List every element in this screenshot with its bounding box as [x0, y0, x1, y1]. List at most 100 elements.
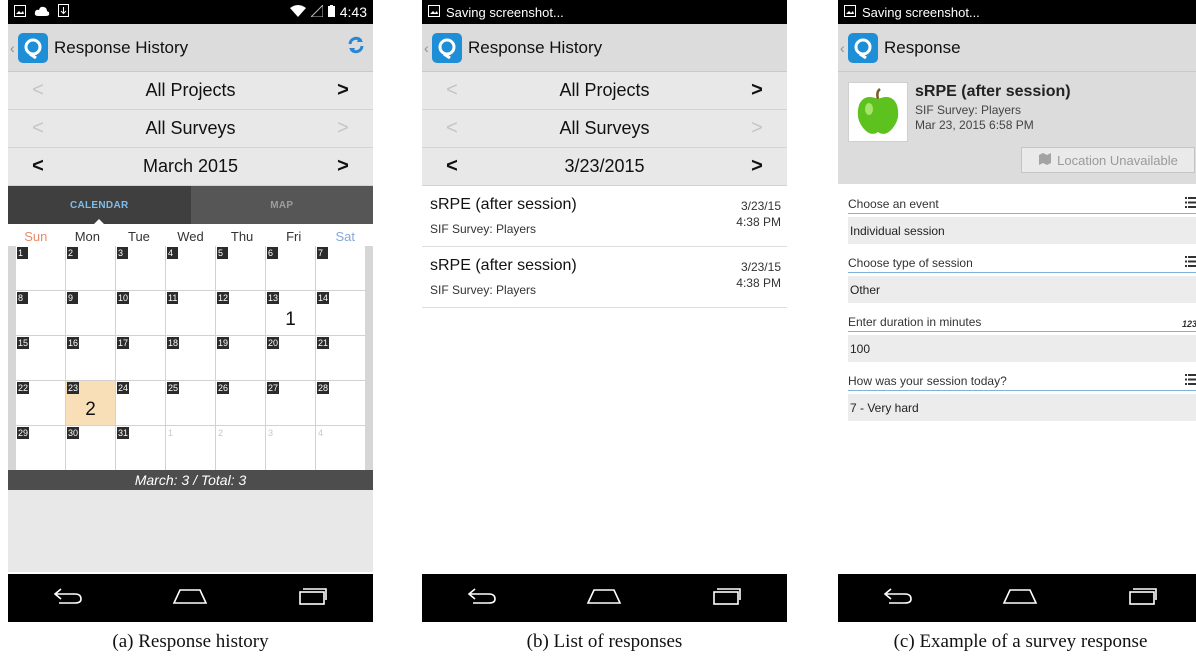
calendar-day[interactable]: 13 1	[266, 291, 315, 335]
home-icon[interactable]	[1002, 587, 1038, 610]
response-field: How was your session today? 7 - Very har…	[838, 369, 1196, 421]
calendar-day[interactable]: 26	[216, 381, 265, 425]
calendar-day[interactable]: 30	[66, 426, 115, 470]
calendar-day-number: 19	[217, 337, 230, 349]
calendar-day[interactable]: 10	[116, 291, 165, 335]
calendar-day[interactable]: 22	[16, 381, 65, 425]
calendar-day-number: 23	[67, 382, 80, 394]
survey-prev-button[interactable]: <	[26, 117, 50, 140]
calendar-day[interactable]: 15	[16, 336, 65, 380]
status-time: 4:43	[339, 4, 367, 20]
calendar-day[interactable]: 23 2	[66, 381, 115, 425]
calendar-day[interactable]: 11	[166, 291, 215, 335]
calendar-day[interactable]: 8	[16, 291, 65, 335]
calendar-day[interactable]: 27	[266, 381, 315, 425]
response-title: sRPE (after session)	[430, 196, 577, 213]
tab-calendar-label: CALENDAR	[69, 199, 129, 211]
map-icon	[1038, 152, 1052, 168]
calendar-day-number: 1	[17, 247, 28, 259]
back-icon[interactable]	[467, 587, 497, 610]
survey-next-button[interactable]: >	[745, 117, 769, 140]
survey-next-button[interactable]: >	[331, 117, 355, 140]
screenshot-notification-icon	[844, 4, 856, 20]
calendar-day[interactable]: 1	[16, 246, 65, 290]
tab-map[interactable]: MAP	[190, 186, 373, 224]
calendar-day[interactable]: 14	[316, 291, 365, 335]
calendar-day[interactable]: 1	[166, 426, 215, 470]
home-icon[interactable]	[172, 587, 208, 610]
weekday-label: Fri	[286, 229, 302, 244]
calendar-day-number: 3	[268, 428, 274, 438]
recent-apps-icon[interactable]	[712, 587, 742, 610]
calendar-day-number: 14	[317, 292, 330, 304]
calendar-day[interactable]: 17	[116, 336, 165, 380]
calendar-day[interactable]: 18	[166, 336, 215, 380]
back-icon[interactable]	[883, 587, 913, 610]
response-field: Choose type of session Other	[838, 251, 1196, 303]
calendar-day[interactable]: 16	[66, 336, 115, 380]
recent-apps-icon[interactable]	[1128, 587, 1158, 610]
tab-map-label: MAP	[270, 199, 294, 211]
calendar-day[interactable]: 2	[216, 426, 265, 470]
response-title: sRPE (after session)	[430, 257, 577, 274]
month-next-button[interactable]: >	[331, 155, 355, 178]
month-prev-button[interactable]: <	[26, 155, 50, 178]
survey-prev-button[interactable]: <	[440, 117, 464, 140]
calendar-day-number: 12	[217, 292, 230, 304]
calendar-day-number: 10	[117, 292, 130, 304]
calendar-day[interactable]: 5	[216, 246, 265, 290]
calendar-day-number: 13	[267, 292, 280, 304]
app-logo-icon[interactable]	[18, 32, 48, 63]
up-navigation-icon[interactable]: ‹	[10, 40, 18, 56]
weekday-label: Wed	[177, 229, 204, 244]
home-icon[interactable]	[586, 587, 622, 610]
back-icon[interactable]	[53, 587, 83, 610]
calendar-day[interactable]: 21	[316, 336, 365, 380]
calendar-day[interactable]: 29	[16, 426, 65, 470]
calendar-day-number: 20	[267, 337, 280, 349]
tab-calendar[interactable]: CALENDAR	[8, 186, 191, 224]
calendar-day[interactable]: 3	[116, 246, 165, 290]
page-title: Response History	[468, 37, 603, 57]
project-prev-button[interactable]: <	[26, 79, 50, 102]
calendar-day[interactable]: 4	[166, 246, 215, 290]
calendar-day-number: 4	[167, 247, 178, 259]
field-label: Choose an event	[848, 197, 939, 211]
refresh-icon[interactable]	[347, 36, 365, 59]
wifi-icon	[289, 4, 306, 20]
calendar-day[interactable]: 28	[316, 381, 365, 425]
project-next-button[interactable]: >	[331, 79, 355, 102]
calendar-day[interactable]: 25	[166, 381, 215, 425]
calendar-day[interactable]: 20	[266, 336, 315, 380]
project-next-button[interactable]: >	[745, 79, 769, 102]
calendar-day[interactable]: 31	[116, 426, 165, 470]
response-date: 3/23/15	[740, 199, 781, 213]
recent-apps-icon[interactable]	[298, 587, 328, 610]
weekday-label: Tue	[127, 229, 150, 244]
list-icon	[1185, 197, 1196, 211]
calendar-day[interactable]: 6	[266, 246, 315, 290]
date-next-button[interactable]: >	[745, 155, 769, 178]
date-prev-button[interactable]: <	[440, 155, 464, 178]
calendar-day[interactable]: 2	[66, 246, 115, 290]
project-prev-button[interactable]: <	[440, 79, 464, 102]
list-item[interactable]: sRPE (after session) SIF Survey: Players…	[422, 186, 787, 247]
location-button[interactable]: Location Unavailable	[1021, 147, 1195, 173]
list-item[interactable]: sRPE (after session) SIF Survey: Players…	[422, 247, 787, 308]
up-navigation-icon[interactable]: ‹	[424, 40, 432, 56]
survey-title: sRPE (after session)	[915, 83, 1071, 100]
app-logo-icon[interactable]	[432, 32, 462, 63]
up-navigation-icon[interactable]: ‹	[840, 40, 848, 56]
app-logo-icon[interactable]	[848, 32, 878, 63]
action-bar: ‹ Response	[838, 24, 1196, 72]
location-button-label: Location Unavailable	[1057, 152, 1178, 168]
calendar-day[interactable]: 12	[216, 291, 265, 335]
calendar-day[interactable]: 4	[316, 426, 365, 470]
calendar-day[interactable]: 3	[266, 426, 315, 470]
calendar-day[interactable]: 7	[316, 246, 365, 290]
calendar-day-number: 28	[317, 382, 330, 394]
calendar-day[interactable]: 19	[216, 336, 265, 380]
weekday-label: Thu	[230, 229, 254, 244]
calendar-day[interactable]: 24	[116, 381, 165, 425]
calendar-day[interactable]: 9	[66, 291, 115, 335]
